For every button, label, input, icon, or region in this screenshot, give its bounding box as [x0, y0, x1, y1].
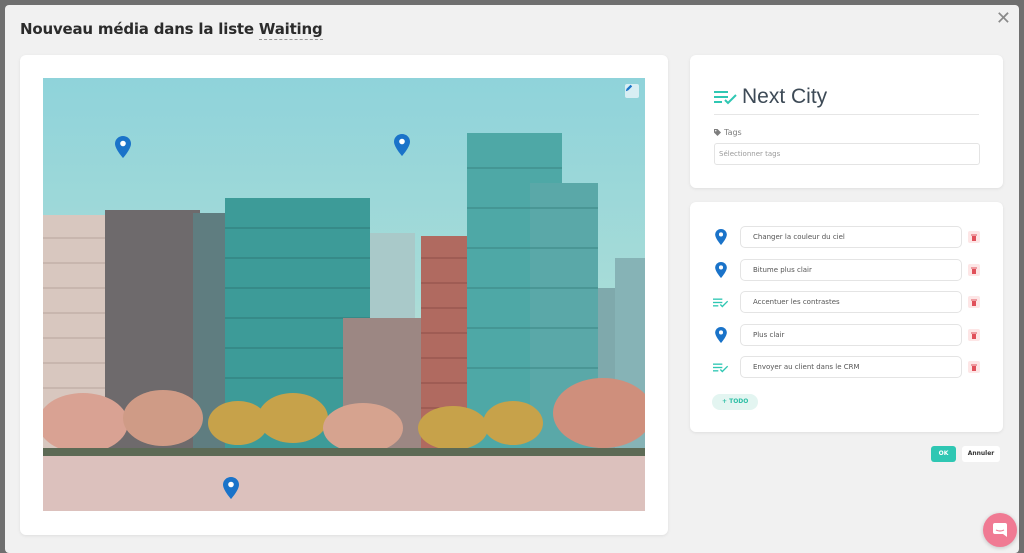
media-image[interactable]	[43, 78, 645, 511]
list-header: Next City	[714, 85, 827, 109]
modal-title: Nouveau média dans la liste Waiting	[20, 20, 323, 40]
ok-button[interactable]: OK	[931, 446, 956, 462]
location-pin-icon[interactable]	[223, 477, 239, 499]
todo-row: Envoyer au client dans le CRM	[710, 355, 980, 379]
delete-todo-button[interactable]	[968, 264, 980, 276]
todo-text-input[interactable]: Bitume plus clair	[740, 259, 962, 281]
checklist-icon	[713, 363, 729, 372]
tag-icon	[714, 129, 721, 136]
chat-icon	[993, 523, 1007, 537]
todo-row: Changer la couleur du ciel	[710, 225, 980, 249]
modal-dialog: Nouveau média dans la liste Waiting ✕ Ne…	[5, 5, 1019, 553]
list-name: Next City	[742, 85, 828, 108]
todo-card: Changer la couleur du ciel Bitume plus c…	[690, 202, 1003, 432]
todo-text-input[interactable]: Accentuer les contrastes	[740, 291, 962, 313]
delete-todo-button[interactable]	[968, 296, 980, 308]
checklist-icon	[713, 298, 729, 307]
todo-row: Bitume plus clair	[710, 258, 980, 282]
trash-icon	[971, 299, 977, 306]
media-card	[20, 55, 668, 535]
title-prefix: Nouveau média dans la liste	[20, 20, 254, 38]
todo-text-input[interactable]: Envoyer au client dans le CRM	[740, 356, 962, 378]
divider	[714, 114, 979, 115]
tags-label-text: Tags	[724, 128, 742, 137]
location-pin-icon[interactable]	[394, 134, 410, 156]
add-todo-button[interactable]: + TODO	[712, 394, 759, 410]
trash-icon	[971, 332, 977, 339]
todo-row: Accentuer les contrastes	[710, 290, 980, 314]
title-list-name[interactable]: Waiting	[258, 20, 323, 40]
todo-row: Plus clair	[710, 323, 980, 347]
city-photo	[43, 133, 645, 511]
location-pin-icon[interactable]	[715, 262, 727, 278]
location-pin-icon[interactable]	[715, 229, 727, 245]
checklist-icon	[714, 91, 737, 105]
location-pin-icon[interactable]	[715, 327, 727, 343]
location-pin-icon[interactable]	[115, 136, 131, 158]
list-info-card: Next City Tags Sélectionner tags	[690, 55, 1003, 188]
tags-select-input[interactable]: Sélectionner tags	[714, 143, 980, 165]
close-icon[interactable]: ✕	[996, 8, 1011, 29]
trash-icon	[971, 267, 977, 274]
todo-text-input[interactable]: Changer la couleur du ciel	[740, 226, 962, 248]
tags-label: Tags	[714, 128, 742, 137]
chat-launcher-button[interactable]	[983, 513, 1017, 547]
cancel-button[interactable]: Annuler	[962, 446, 1000, 462]
delete-todo-button[interactable]	[968, 231, 980, 243]
trash-icon	[971, 364, 977, 371]
todo-text-input[interactable]: Plus clair	[740, 324, 962, 346]
delete-todo-button[interactable]	[968, 329, 980, 341]
edit-media-button[interactable]	[625, 84, 639, 98]
delete-todo-button[interactable]	[968, 361, 980, 373]
pencil-icon	[625, 84, 633, 92]
trash-icon	[971, 234, 977, 241]
